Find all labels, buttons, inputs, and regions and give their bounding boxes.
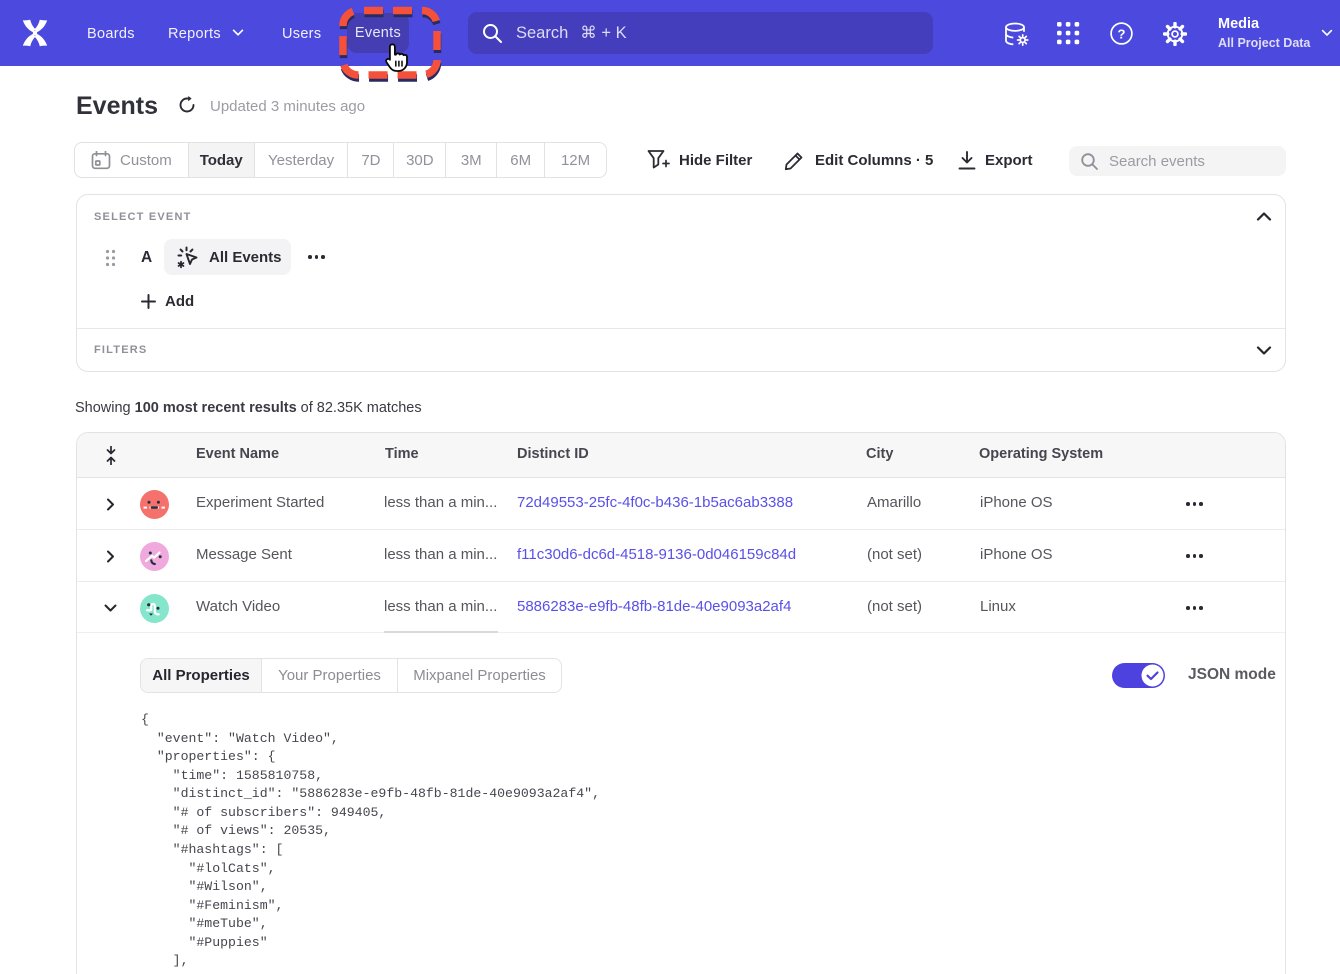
svg-text:?: ? xyxy=(1118,26,1126,41)
